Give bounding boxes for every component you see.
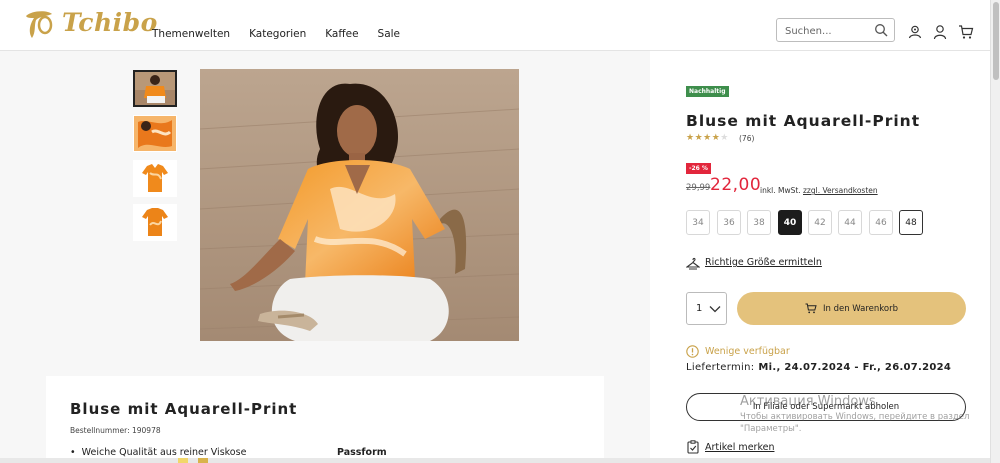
thumbnail-image <box>134 161 176 196</box>
hanger-icon <box>686 257 700 270</box>
shipping-costs-link[interactable]: zzgl. Versandkosten <box>803 186 878 195</box>
logo-text: Tchibo <box>62 8 158 37</box>
rating-stars[interactable]: ★★★★★ <box>686 133 729 143</box>
thumbnail-image <box>135 72 175 105</box>
quantity-value: 1 <box>696 303 703 314</box>
delivery-label: Liefertermin: <box>686 362 755 373</box>
gallery-thumbnail-1[interactable] <box>133 70 177 107</box>
search-input[interactable] <box>785 20 875 43</box>
passform-heading: Passform <box>337 447 387 458</box>
main-nav: Themenwelten Kategorien Kaffee Sale <box>152 28 400 40</box>
size-option-42[interactable]: 42 <box>808 210 832 235</box>
add-to-cart-button[interactable]: In den Warenkorb <box>737 292 966 325</box>
tchibo-logo[interactable]: Tchibo <box>22 8 157 40</box>
size-option-38[interactable]: 38 <box>747 210 771 235</box>
review-count[interactable]: (76) <box>739 134 754 143</box>
product-title: Bluse mit Aquarell-Print <box>686 112 921 130</box>
old-price: 29,99 <box>686 183 711 193</box>
taskbar-edge <box>0 458 990 463</box>
account-icon[interactable] <box>932 24 948 40</box>
search-box <box>776 18 895 43</box>
nav-item-kaffee[interactable]: Kaffee <box>325 28 358 40</box>
page-scrollbar[interactable] <box>990 0 1000 463</box>
delivery-date: Liefertermin: Mi., 24.07.2024 - Fr., 26.0… <box>686 362 951 373</box>
info-title: Bluse mit Aquarell-Print <box>70 400 298 418</box>
nav-item-kategorien[interactable]: Kategorien <box>249 28 306 40</box>
nav-item-sale[interactable]: Sale <box>378 28 400 40</box>
cart-icon[interactable] <box>958 24 974 40</box>
site-header: Tchibo Themenwelten Kategorien Kaffee Sa… <box>0 0 990 51</box>
size-option-46[interactable]: 46 <box>869 210 893 235</box>
store-pickup-button[interactable]: In Filiale oder Supermarkt abholen <box>686 393 966 421</box>
nav-item-themenwelten[interactable]: Themenwelten <box>152 28 230 40</box>
size-finder-link[interactable]: Richtige Größe ermitteln <box>705 257 822 268</box>
thumbnail-image <box>134 205 176 240</box>
gallery-thumbnail-2[interactable] <box>133 115 177 152</box>
size-option-40[interactable]: 40 <box>778 210 802 235</box>
vat-note: inkl. MwSt. <box>760 186 801 195</box>
info-icon <box>686 345 699 358</box>
store-pickup-label: In Filiale oder Supermarkt abholen <box>752 402 900 412</box>
gallery-thumbnail-3[interactable] <box>133 160 177 197</box>
quantity-select[interactable]: 1 <box>686 292 727 325</box>
feature-bullet-text: Weiche Qualität aus reiner Viskose <box>81 447 247 458</box>
clipboard-check-icon <box>687 440 699 454</box>
product-main-image[interactable] <box>200 69 519 341</box>
size-option-34[interactable]: 34 <box>686 210 710 235</box>
availability-status: Wenige verfügbar <box>705 346 790 357</box>
logo-bean-icon <box>26 11 53 38</box>
sustainability-badge: Nachhaltig <box>686 86 729 97</box>
size-option-44[interactable]: 44 <box>838 210 862 235</box>
scrollbar-thumb[interactable] <box>993 2 999 80</box>
order-number: Bestellnummer: 190978 <box>70 426 161 435</box>
product-photo <box>200 69 519 341</box>
product-info-card: Bluse mit Aquarell-Print Bestellnummer: … <box>46 376 604 463</box>
store-locator-icon[interactable] <box>907 24 923 40</box>
wishlist-link[interactable]: Artikel merken <box>705 442 774 453</box>
search-icon[interactable] <box>874 23 888 37</box>
feature-bullet: • Weiche Qualität aus reiner Viskose <box>70 447 247 458</box>
add-to-cart-label: In den Warenkorb <box>822 303 898 314</box>
delivery-dates: Mi., 24.07.2024 - Fr., 26.07.2024 <box>758 362 952 373</box>
size-option-48[interactable]: 48 <box>899 210 923 235</box>
size-option-36[interactable]: 36 <box>717 210 741 235</box>
discount-badge: -26 % <box>686 163 711 174</box>
chevron-down-icon <box>709 306 721 313</box>
gallery-thumbnail-4[interactable] <box>133 204 177 241</box>
thumbnail-image <box>134 116 176 151</box>
current-price: 22,00 <box>710 175 762 195</box>
cart-icon <box>805 303 817 314</box>
